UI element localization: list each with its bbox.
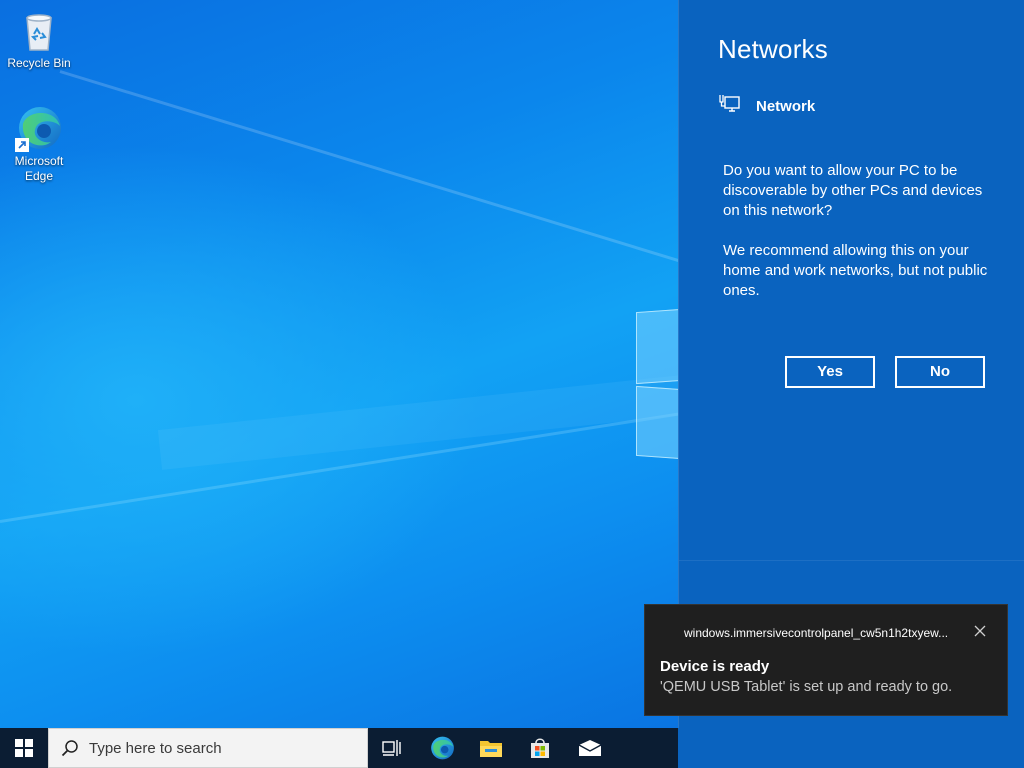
desktop-icon-microsoft-edge[interactable]: Microsoft Edge	[3, 104, 75, 184]
taskbar-file-explorer-button[interactable]	[467, 728, 515, 768]
mail-icon	[578, 740, 602, 756]
discoverable-question: Do you want to allow your PC to be disco…	[723, 162, 983, 219]
taskbar-edge-button[interactable]	[418, 728, 466, 768]
wallpaper-windows-logo	[636, 307, 678, 461]
toast-body: 'QEMU USB Tablet' is set up and ready to…	[660, 679, 953, 695]
recycle-bin-icon	[15, 6, 63, 54]
start-button[interactable]	[0, 728, 48, 768]
network-entry: Network	[719, 94, 815, 119]
toast-title: Device is ready	[660, 658, 770, 675]
search-icon	[61, 740, 78, 757]
desktop-icon-label: Recycle Bin	[7, 56, 71, 70]
taskbar-store-button[interactable]	[516, 728, 564, 768]
wallpaper-light-beam	[59, 70, 678, 278]
panel-divider	[679, 560, 1024, 561]
desktop-wallpaper: Recycle Bin Microsoft Edge	[0, 0, 678, 728]
desktop-icon-label: Microsoft Edge	[14, 154, 64, 183]
yes-button[interactable]: Yes	[785, 356, 875, 388]
desktop-icon-recycle-bin[interactable]: Recycle Bin	[3, 6, 75, 71]
edge-icon	[431, 736, 454, 760]
toast-notification[interactable]: windows.immersivecontrolpanel_cw5n1h2txy…	[644, 604, 1008, 716]
wired-network-icon	[719, 94, 741, 119]
toast-app-name: windows.immersivecontrolpanel_cw5n1h2txy…	[684, 626, 949, 640]
taskbar-search-box[interactable]: Type here to search	[48, 728, 368, 768]
store-icon	[531, 738, 549, 758]
windows-logo-icon	[15, 739, 33, 757]
task-view-button[interactable]	[368, 728, 416, 768]
file-explorer-icon	[480, 741, 502, 757]
discoverable-recommendation: We recommend allowing this on your home …	[723, 242, 988, 299]
search-placeholder: Type here to search	[89, 739, 222, 757]
no-button[interactable]: No	[895, 356, 985, 388]
taskbar-panel-area	[678, 728, 1024, 768]
taskbar: Type here to search	[0, 728, 678, 768]
taskbar-mail-button[interactable]	[566, 728, 614, 768]
close-icon[interactable]	[972, 623, 988, 639]
edge-icon	[15, 104, 63, 152]
network-name: Network	[756, 98, 816, 115]
panel-title: Networks	[718, 34, 828, 64]
task-view-icon	[382, 740, 401, 756]
